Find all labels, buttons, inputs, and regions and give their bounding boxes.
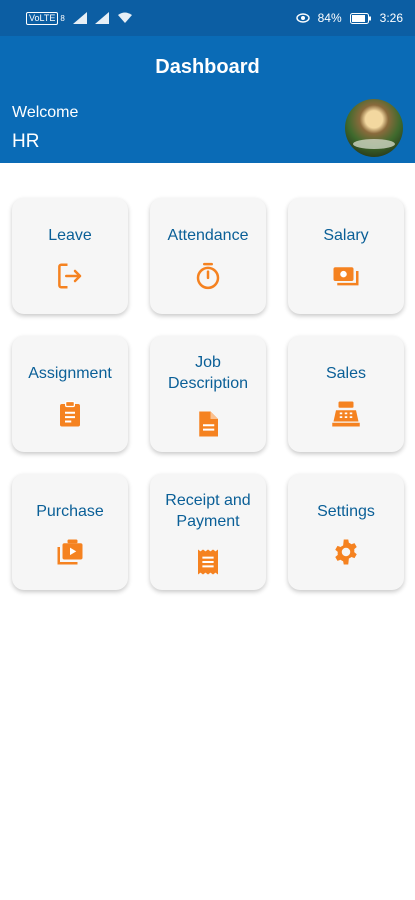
money-icon (330, 260, 362, 292)
user-name: HR (12, 131, 40, 152)
page-title: Dashboard (155, 56, 260, 78)
status-bar: VoLTE 8 84% 3:26 (0, 0, 415, 36)
settings-tile[interactable]: Settings (288, 474, 404, 590)
avatar[interactable] (345, 99, 403, 157)
signal-icon (72, 12, 87, 24)
gear-icon (330, 536, 362, 568)
cash-register-icon (330, 398, 362, 430)
receipt-payment-tile[interactable]: Receipt and Payment (150, 474, 266, 590)
tile-label: Settings (317, 502, 375, 520)
app-bar: Dashboard (0, 36, 415, 99)
purchase-tile[interactable]: Purchase (12, 474, 128, 590)
wifi-icon (117, 12, 132, 23)
tile-label: Job Description (167, 354, 249, 392)
battery-percent: 84% (317, 11, 342, 25)
tile-label: Salary (323, 226, 369, 244)
clock: 3:26 (379, 11, 403, 25)
network-chip: VoLTE (26, 11, 59, 25)
assignment-tile[interactable]: Assignment (12, 336, 128, 452)
clipboard-icon (54, 398, 86, 430)
signal-icon (94, 12, 109, 24)
logout-icon (54, 260, 86, 292)
stopwatch-icon (192, 260, 224, 292)
attendance-tile[interactable]: Attendance (150, 198, 266, 314)
job-description-tile[interactable]: Job Description (150, 336, 266, 452)
network-sub: 8 (60, 13, 65, 23)
eye-icon (295, 13, 310, 23)
dashboard-grid: Leave Attendance Salary Assignment Job D… (12, 198, 404, 590)
tile-label: Sales (325, 364, 367, 382)
battery-icon (349, 12, 371, 24)
tile-label: Receipt and Payment (165, 492, 251, 530)
tile-label: Assignment (28, 364, 112, 382)
leave-tile[interactable]: Leave (12, 198, 128, 314)
welcome-label: Welcome (12, 104, 79, 121)
sales-tile[interactable]: Sales (288, 336, 404, 452)
tile-label: Purchase (36, 502, 104, 520)
tile-label: Attendance (167, 226, 249, 244)
receipt-icon (192, 546, 224, 578)
salary-tile[interactable]: Salary (288, 198, 404, 314)
document-icon (192, 408, 224, 440)
welcome-banner: Welcome HR (0, 99, 415, 163)
tile-label: Leave (48, 226, 92, 244)
video-library-icon (54, 536, 86, 568)
